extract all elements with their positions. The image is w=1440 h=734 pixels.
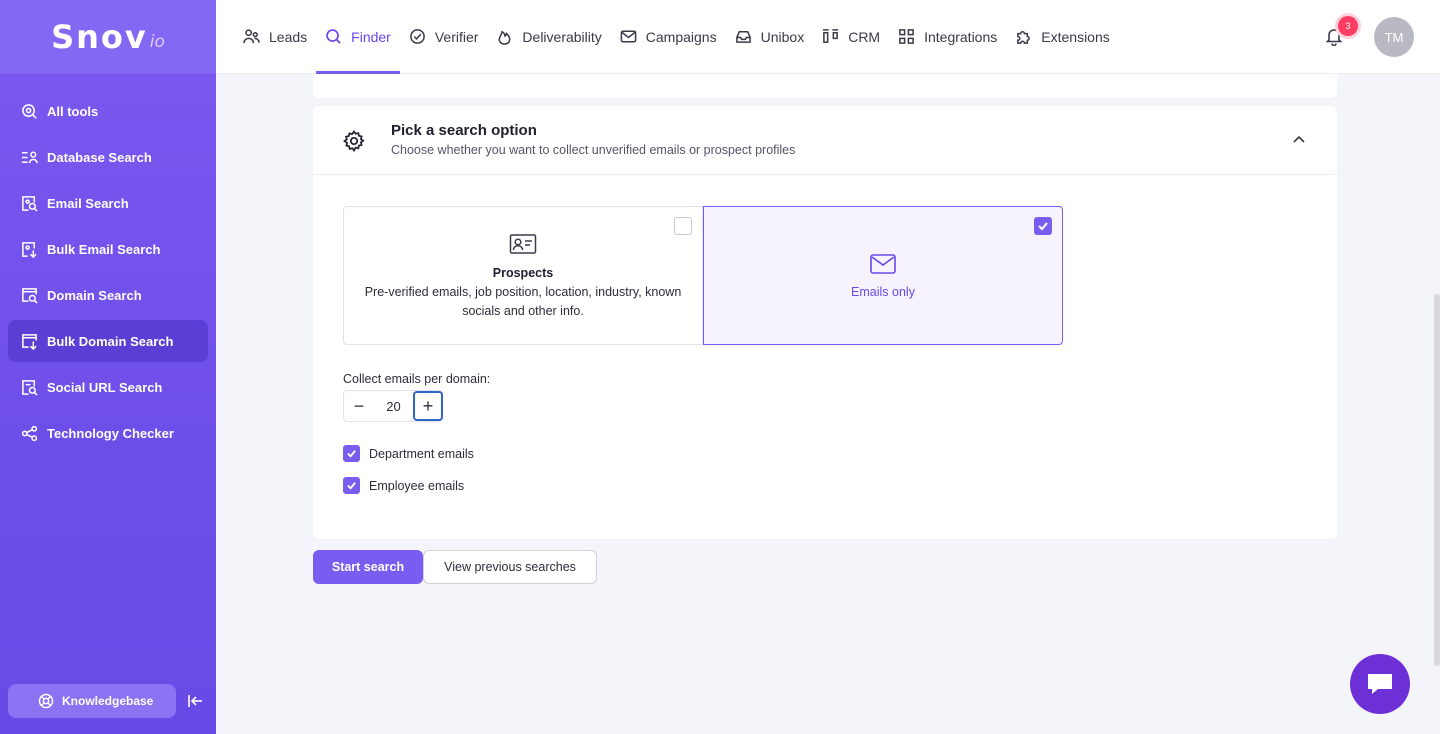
topnav-integrations[interactable]: Integrations <box>889 0 1006 74</box>
topnav-label: Verifier <box>434 28 479 45</box>
topnav-label: Deliverability <box>522 28 602 45</box>
logo[interactable]: Snov io <box>0 0 216 74</box>
sidebar-item-label: Bulk Domain Search <box>47 333 174 349</box>
emails-only-title: Emails only <box>851 285 915 299</box>
sidebar-item-label: Social URL Search <box>47 379 163 395</box>
search-option-card: Pick a search option Choose whether you … <box>313 106 1337 539</box>
knowledgebase-button[interactable]: Knowledgebase <box>8 684 176 718</box>
prospects-checkbox[interactable] <box>674 217 692 235</box>
scrollbar[interactable] <box>1434 294 1440 666</box>
top-nav: Leads Finder Verifier Deliverability Cam… <box>234 0 1119 74</box>
lifebuoy-icon <box>38 693 54 709</box>
puzzle-icon <box>1015 28 1033 46</box>
search-option-title: Pick a search option <box>391 122 537 139</box>
topnav-label: Campaigns <box>645 28 717 45</box>
employee-emails-label: Employee emails <box>369 478 465 493</box>
flame-icon <box>496 28 514 46</box>
employee-emails-row[interactable]: Employee emails <box>343 477 464 494</box>
id-card-icon <box>509 234 537 254</box>
logo-main: Snov <box>51 18 148 56</box>
collapse-sidebar-icon[interactable] <box>186 692 204 710</box>
inbox-icon <box>735 28 753 46</box>
topnav-campaigns[interactable]: Campaigns <box>611 0 726 74</box>
topnav-label: Integrations <box>924 28 998 45</box>
view-previous-searches-button[interactable]: View previous searches <box>423 550 597 584</box>
emails-per-domain-stepper: − 20 + <box>343 390 443 422</box>
sidebar-item-technology-checker[interactable]: Technology Checker <box>8 412 208 454</box>
search-option-subtitle: Choose whether you want to collect unver… <box>391 143 796 157</box>
topnav-unibox[interactable]: Unibox <box>726 0 814 74</box>
sidebar: Snov io All tools Database Search Email … <box>0 0 216 734</box>
topnav-label: Unibox <box>760 28 805 45</box>
department-emails-row[interactable]: Department emails <box>343 445 474 462</box>
email-search-icon <box>20 194 38 212</box>
search-icon <box>325 28 343 46</box>
grid-icon <box>898 28 916 46</box>
sidebar-item-label: Email Search <box>47 195 129 211</box>
chat-bubble-icon <box>1368 674 1392 694</box>
prospects-description: Pre-verified emails, job position, locat… <box>364 285 682 318</box>
emails-per-domain-value[interactable]: 20 <box>374 399 413 414</box>
envelope-icon <box>620 28 638 46</box>
sidebar-item-domain-search[interactable]: Domain Search <box>8 274 208 316</box>
sidebar-item-email-search[interactable]: Email Search <box>8 182 208 224</box>
sidebar-item-label: Technology Checker <box>47 425 174 441</box>
sidebar-item-database-search[interactable]: Database Search <box>8 136 208 178</box>
collect-emails-label: Collect emails per domain: <box>343 372 491 386</box>
topnav-label: CRM <box>848 28 881 45</box>
bulk-email-icon <box>20 240 38 258</box>
topnav-label: Leads <box>269 28 308 45</box>
sidebar-item-social-url-search[interactable]: Social URL Search <box>8 366 208 408</box>
topnav-label: Finder <box>351 28 391 45</box>
chat-widget-button[interactable] <box>1350 654 1410 714</box>
database-list-icon <box>20 148 38 166</box>
envelope-icon <box>870 254 896 274</box>
topnav-leads[interactable]: Leads <box>234 0 316 74</box>
prospects-title: Prospects <box>492 266 554 280</box>
sidebar-item-bulk-domain-search[interactable]: Bulk Domain Search <box>8 320 208 362</box>
topnav-label: Extensions <box>1041 28 1110 45</box>
sidebar-item-label: All tools <box>47 103 99 119</box>
tools-search-icon <box>20 102 38 120</box>
employee-emails-checkbox[interactable] <box>343 477 360 494</box>
department-emails-label: Department emails <box>369 446 474 461</box>
decrement-button[interactable]: − <box>344 391 374 421</box>
emails-only-checkbox[interactable] <box>1034 217 1052 235</box>
prospects-option[interactable]: Prospects Pre-verified emails, job posit… <box>343 206 703 345</box>
logo-sub: io <box>149 32 165 52</box>
sidebar-item-all-tools[interactable]: All tools <box>8 90 208 132</box>
avatar[interactable]: TM <box>1374 17 1414 57</box>
increment-button[interactable]: + <box>413 391 443 421</box>
previous-section-card <box>313 74 1337 98</box>
search-option-header[interactable]: Pick a search option Choose whether you … <box>313 106 1337 175</box>
sidebar-item-label: Database Search <box>47 149 152 165</box>
notification-badge: 3 <box>1338 16 1358 36</box>
sidebar-item-label: Domain Search <box>47 287 142 303</box>
users-icon <box>243 28 261 46</box>
emails-only-option[interactable]: Emails only <box>703 206 1063 345</box>
topnav-finder[interactable]: Finder <box>316 0 400 74</box>
check-circle-icon <box>409 28 427 46</box>
chevron-up-icon[interactable] <box>1291 132 1307 148</box>
bulk-domain-icon <box>20 332 38 350</box>
topnav-verifier[interactable]: Verifier <box>400 0 488 74</box>
start-search-button[interactable]: Start search <box>313 550 423 584</box>
sidebar-nav: All tools Database Search Email Search B… <box>0 74 216 454</box>
topnav-deliverability[interactable]: Deliverability <box>487 0 610 74</box>
top-bar: Leads Finder Verifier Deliverability Cam… <box>216 0 1440 74</box>
gear-icon <box>343 130 365 153</box>
domain-search-icon <box>20 286 38 304</box>
topnav-extensions[interactable]: Extensions <box>1006 0 1118 74</box>
technology-icon <box>20 424 38 442</box>
knowledgebase-label: Knowledgebase <box>62 694 154 708</box>
topnav-crm[interactable]: CRM <box>813 0 889 74</box>
sidebar-item-bulk-email-search[interactable]: Bulk Email Search <box>8 228 208 270</box>
crm-icon <box>822 28 840 46</box>
sidebar-item-label: Bulk Email Search <box>47 241 161 257</box>
social-url-icon <box>20 378 38 396</box>
department-emails-checkbox[interactable] <box>343 445 360 462</box>
